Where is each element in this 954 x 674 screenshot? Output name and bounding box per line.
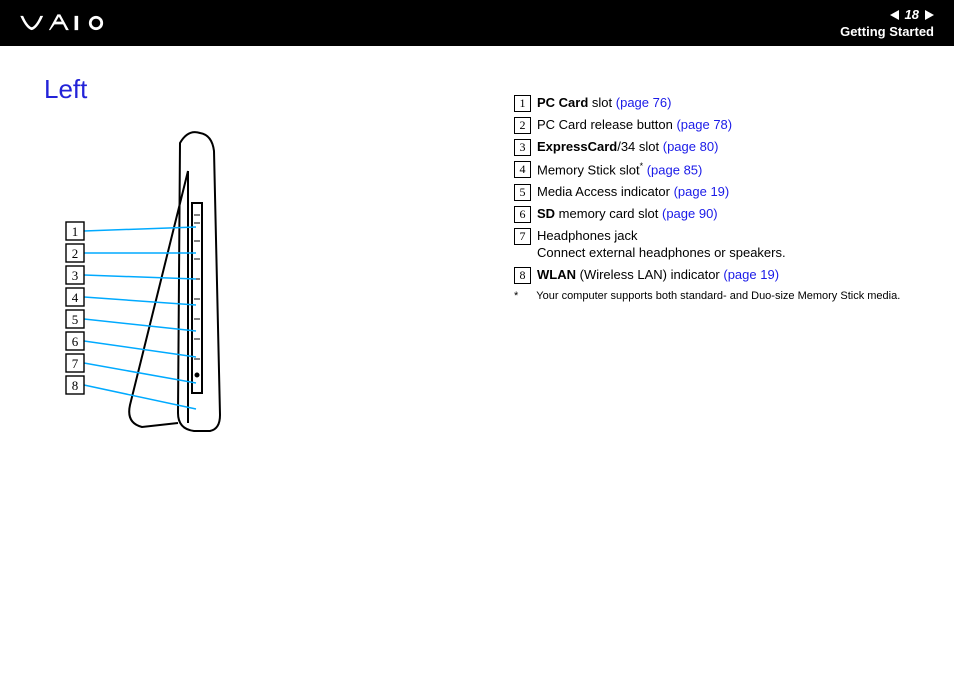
callout-number-box: 4 [514,161,531,178]
svg-text:5: 5 [72,312,79,327]
svg-text:1: 1 [72,224,79,239]
callout-number-box: 8 [514,267,531,284]
page-link[interactable]: (page 85) [647,162,703,177]
callout-number-box: 7 [514,228,531,245]
callout-number-box: 5 [514,184,531,201]
callout-number-box: 2 [514,117,531,134]
page-link[interactable]: (page 76) [616,95,672,110]
page-link[interactable]: (page 80) [663,139,719,154]
callout-number-box: 1 [514,95,531,112]
callout-list: 1 PC Card slot (page 76) 2 PC Card release … [514,74,934,446]
svg-text:3: 3 [72,268,79,283]
svg-text:7: 7 [72,356,79,371]
callout-item-4: 4 Memory Stick slot* (page 85) [514,160,934,179]
page-nav: 18 [890,7,934,22]
page-title: Left [44,74,474,105]
callout-number-box: 3 [514,139,531,156]
section-title: Getting Started [840,24,934,39]
prev-page-icon[interactable] [890,10,899,20]
svg-text:2: 2 [72,246,79,261]
callout-item-8: 8 WLAN (Wireless LAN) indicator (page 19) [514,266,934,284]
callout-item-1: 1 PC Card slot (page 76) [514,94,934,112]
callout-text: Memory Stick slot* (page 85) [537,160,702,179]
page-link[interactable]: (page 19) [723,267,779,282]
callout-text: PC Card release button (page 78) [537,116,732,134]
page-content: Left [0,46,954,466]
page-link[interactable]: (page 78) [676,117,732,132]
callout-item-7: 7 Headphones jackConnect external headpho… [514,227,934,262]
callout-text: ExpressCard/34 slot (page 80) [537,138,718,156]
vaio-logo [16,13,136,33]
next-page-icon[interactable] [925,10,934,20]
callout-item-3: 3 ExpressCard/34 slot (page 80) [514,138,934,156]
callout-item-2: 2 PC Card release button (page 78) [514,116,934,134]
callout-text: WLAN (Wireless LAN) indicator (page 19) [537,266,779,284]
svg-text:4: 4 [72,290,79,305]
callout-number-box: 6 [514,206,531,223]
footnote: *Your computer supports both standard- a… [514,290,934,302]
svg-text:6: 6 [72,334,79,349]
left-column: Left [44,74,474,446]
callout-text: Media Access indicator (page 19) [537,183,729,201]
page-link[interactable]: (page 19) [674,184,730,199]
svg-text:8: 8 [72,378,79,393]
callout-item-6: 6 SD memory card slot (page 90) [514,205,934,223]
callout-item-5: 5 Media Access indicator (page 19) [514,183,934,201]
callout-text: Headphones jackConnect external headphon… [537,227,786,262]
page-number: 18 [905,7,919,22]
callout-text: SD memory card slot (page 90) [537,205,718,223]
callout-text: PC Card slot (page 76) [537,94,671,112]
header-right: 18 Getting Started [840,7,934,39]
page-link[interactable]: (page 90) [662,206,718,221]
device-left-side-diagram: 1 2 3 4 5 6 7 8 [60,123,280,443]
page-header: 18 Getting Started [0,0,954,46]
